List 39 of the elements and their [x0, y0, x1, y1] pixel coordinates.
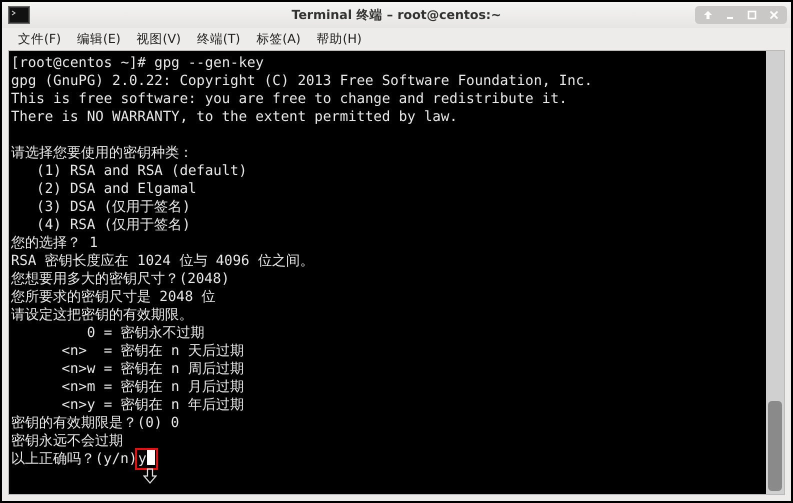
scrollbar[interactable] — [766, 51, 784, 494]
terminal-line: There is NO WARRANTY, to the extent permitted by law. — [11, 108, 459, 126]
menu-item[interactable]: 终端(T) — [188, 28, 248, 50]
terminal-icon — [8, 6, 30, 24]
terminal-line: 您想要用多大的密钥尺寸？(2048) — [11, 270, 231, 288]
terminal-line: 您所要求的密钥尺寸是 2048 位 — [11, 288, 217, 306]
up-arrow-icon[interactable] — [703, 10, 713, 20]
terminal-line: <n>w = 密钥在 n 周后过期 — [60, 360, 245, 378]
menu-item[interactable]: 视图(V) — [128, 28, 189, 50]
terminal-line: 密钥永远不会过期 — [11, 432, 124, 450]
terminal-line: <n>y = 密钥在 n 年后过期 — [60, 396, 245, 414]
input-field[interactable]: y — [137, 450, 156, 468]
terminal-line: gpg (GnuPG) 2.0.22: Copyright (C) 2013 Free Software Foundation, Inc. — [11, 72, 594, 90]
terminal-line: This is free software: you are free to change and redistribute it. — [11, 90, 568, 108]
terminal-line: <n>m = 密钥在 n 月后过期 — [60, 378, 245, 396]
terminal-line: RSA 密钥长度应在 1024 位与 4096 位之间。 — [11, 252, 315, 270]
menu-item[interactable]: 帮助(H) — [308, 28, 370, 50]
terminal-line: 请设定这把密钥的有效期限。 — [11, 306, 194, 324]
close-icon[interactable] — [769, 10, 779, 20]
terminal-line: [root@centos ~]# gpg --gen-key — [11, 54, 265, 72]
down-arrow-icon — [143, 468, 157, 484]
window-title: Terminal 终端 – root@centos:~ — [292, 6, 502, 24]
terminal-line: 请选择您要使用的密钥种类： — [11, 144, 194, 162]
maximize-icon[interactable] — [747, 10, 757, 20]
terminal-line: 0 = 密钥永不过期 — [86, 324, 206, 342]
terminal-line: (3) DSA (仅用于签名) — [35, 198, 192, 216]
terminal-line: <n> = 密钥在 n 天后过期 — [60, 342, 245, 360]
terminal-line: (1) RSA and RSA (default) — [35, 162, 248, 180]
terminal-line: 您的选择？ 1 — [11, 234, 99, 252]
menu-item[interactable]: 文件(F) — [10, 28, 69, 50]
terminal-line: 以上正确吗？(y/n) — [11, 451, 138, 467]
scrollbar-thumb[interactable] — [768, 401, 782, 491]
terminal-line: 密钥的有效期限是？(0) 0 — [11, 414, 180, 432]
terminal-line: (4) RSA (仅用于签名) — [35, 216, 192, 234]
cursor — [146, 450, 155, 465]
terminal-line: (2) DSA and Elgamal — [35, 180, 198, 198]
menu-item[interactable]: 编辑(E) — [68, 28, 129, 50]
window-controls[interactable] — [695, 6, 787, 24]
menu-item[interactable]: 标签(A) — [248, 28, 309, 50]
